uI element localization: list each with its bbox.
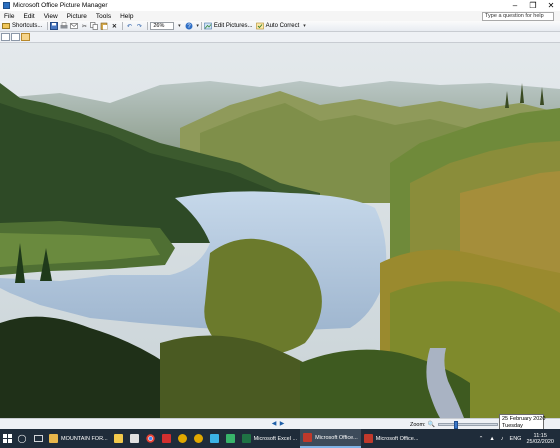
view-toolbar: [0, 32, 560, 43]
picture-manager-app-icon: [3, 2, 10, 9]
restore-icon[interactable]: ❐: [524, 0, 542, 11]
rotate-left-icon[interactable]: ↶: [125, 22, 133, 30]
delete-icon[interactable]: ✕: [110, 22, 118, 30]
taskbar-app-excel[interactable]: Microsoft Excel ...: [239, 429, 300, 448]
menu-help[interactable]: Help: [120, 13, 133, 20]
toolbar-options-icon[interactable]: ▾: [303, 23, 306, 29]
print-icon[interactable]: [60, 22, 68, 30]
minimize-icon[interactable]: –: [506, 0, 524, 11]
shortcuts-icon: [2, 22, 10, 30]
landscape-photo: [0, 43, 560, 418]
toolbar-options-icon[interactable]: ▾: [196, 23, 199, 29]
toolbar-separator: [147, 22, 149, 30]
pinned-mail-icon[interactable]: [127, 429, 143, 448]
menu-tools[interactable]: Tools: [96, 13, 111, 20]
zoom-label: Zoom:: [410, 421, 426, 428]
volume-icon[interactable]: ♪: [501, 436, 504, 442]
taskbar-app-picture-manager-active[interactable]: Microsoft Office...: [300, 429, 361, 448]
toolbar-separator: [200, 22, 202, 30]
zoom-control: Zoom: 🔍: [410, 420, 498, 429]
rotate-right-icon[interactable]: ↷: [135, 22, 143, 30]
language-indicator[interactable]: ENG: [510, 436, 522, 442]
thumbnail-view-icon[interactable]: [1, 33, 10, 41]
menu-edit[interactable]: Edit: [23, 13, 34, 20]
edit-pictures-button[interactable]: Edit Pictures...: [214, 23, 253, 29]
tooltip-date: 25 February 2020: [502, 416, 546, 422]
single-picture-view-icon[interactable]: [21, 33, 30, 41]
windows-logo-icon: [2, 434, 12, 443]
copy-icon[interactable]: [90, 22, 99, 30]
taskbar-app-label: Microsoft Excel ...: [253, 435, 298, 442]
folder-icon: [49, 434, 58, 443]
title-bar: Microsoft Office Picture Manager – ❐ ✕: [0, 0, 560, 11]
show-hidden-icons-icon[interactable]: ⌃: [479, 436, 484, 442]
taskbar-app-label: MOUNTAIN FOR...: [61, 435, 108, 442]
picture-navigation: ◀ ▶: [270, 420, 286, 428]
status-bar: ◀ ▶ Zoom: 🔍: [0, 418, 560, 429]
cut-icon[interactable]: ✂: [80, 22, 88, 30]
picture-manager-window: Microsoft Office Picture Manager – ❐ ✕ F…: [0, 0, 560, 448]
zoom-slider-thumb[interactable]: [453, 421, 458, 429]
menu-bar: File Edit View Picture Tools Help Type a…: [0, 11, 560, 21]
help-search-input[interactable]: Type a question for help: [482, 12, 554, 21]
clock-date: 25/02/2020: [526, 438, 554, 445]
edit-pictures-icon: [204, 22, 212, 30]
auto-correct-button[interactable]: Auto Correct: [266, 23, 300, 29]
toolbar-separator: [47, 22, 49, 30]
zoom-dropdown-icon[interactable]: ▾: [175, 22, 183, 30]
help-circle-icon[interactable]: ?: [185, 22, 193, 30]
pinned-pdf-icon[interactable]: [159, 429, 175, 448]
taskbar-app-explorer[interactable]: MOUNTAIN FOR...: [46, 429, 111, 448]
filmstrip-view-icon[interactable]: [11, 33, 20, 41]
network-icon[interactable]: ▲: [489, 436, 494, 442]
auto-correct-icon: [255, 22, 264, 30]
window-title: Microsoft Office Picture Manager: [13, 2, 108, 9]
pinned-app-icon[interactable]: [191, 429, 207, 448]
shortcuts-button[interactable]: Shortcuts...: [12, 23, 42, 29]
pinned-app-icon[interactable]: [223, 429, 239, 448]
close-icon[interactable]: ✕: [542, 0, 560, 11]
clock[interactable]: 11:15 25/02/2020: [526, 433, 554, 445]
save-icon[interactable]: [50, 22, 59, 30]
pinned-app-icon[interactable]: [207, 429, 223, 448]
standard-toolbar: Shortcuts... ✂ ✕ ↶ ↷ 26% ▾ ? ▾ Edit Pict…: [0, 21, 560, 32]
zoom-slider[interactable]: [437, 421, 498, 429]
window-controls: – ❐ ✕: [506, 0, 560, 11]
excel-icon: [241, 434, 251, 443]
picture-manager-icon: [303, 433, 313, 442]
menu-picture[interactable]: Picture: [67, 13, 87, 20]
email-icon[interactable]: [70, 22, 79, 30]
task-view-icon[interactable]: [30, 429, 46, 448]
system-tray: ⌃ ▲ ♪ ENG 11:15 25/02/2020: [476, 429, 560, 448]
start-button[interactable]: [0, 429, 14, 448]
taskbar-app-picture-manager[interactable]: Microsoft Office...: [361, 429, 422, 448]
search-icon[interactable]: ◯: [14, 429, 30, 448]
pinned-app-icon[interactable]: [175, 429, 191, 448]
picture-display-area: [0, 43, 560, 418]
zoom-out-icon[interactable]: 🔍: [428, 421, 436, 429]
menu-file[interactable]: File: [4, 13, 14, 20]
zoom-select[interactable]: 26%: [150, 22, 175, 30]
pinned-store-icon[interactable]: [111, 429, 127, 448]
taskbar-app-label: Microsoft Office...: [375, 435, 419, 442]
previous-picture-icon[interactable]: ◀: [270, 420, 278, 428]
next-picture-icon[interactable]: ▶: [278, 420, 286, 428]
pinned-chrome-icon[interactable]: [143, 429, 159, 448]
paste-icon[interactable]: [100, 22, 108, 30]
picture-manager-icon: [363, 434, 373, 443]
menu-view[interactable]: View: [44, 13, 58, 20]
toolbar-separator: [122, 22, 124, 30]
windows-taskbar: ◯ MOUNTAIN FOR... Microsoft Excel ... Mi…: [0, 429, 560, 448]
taskbar-app-label: Microsoft Office...: [315, 434, 358, 441]
